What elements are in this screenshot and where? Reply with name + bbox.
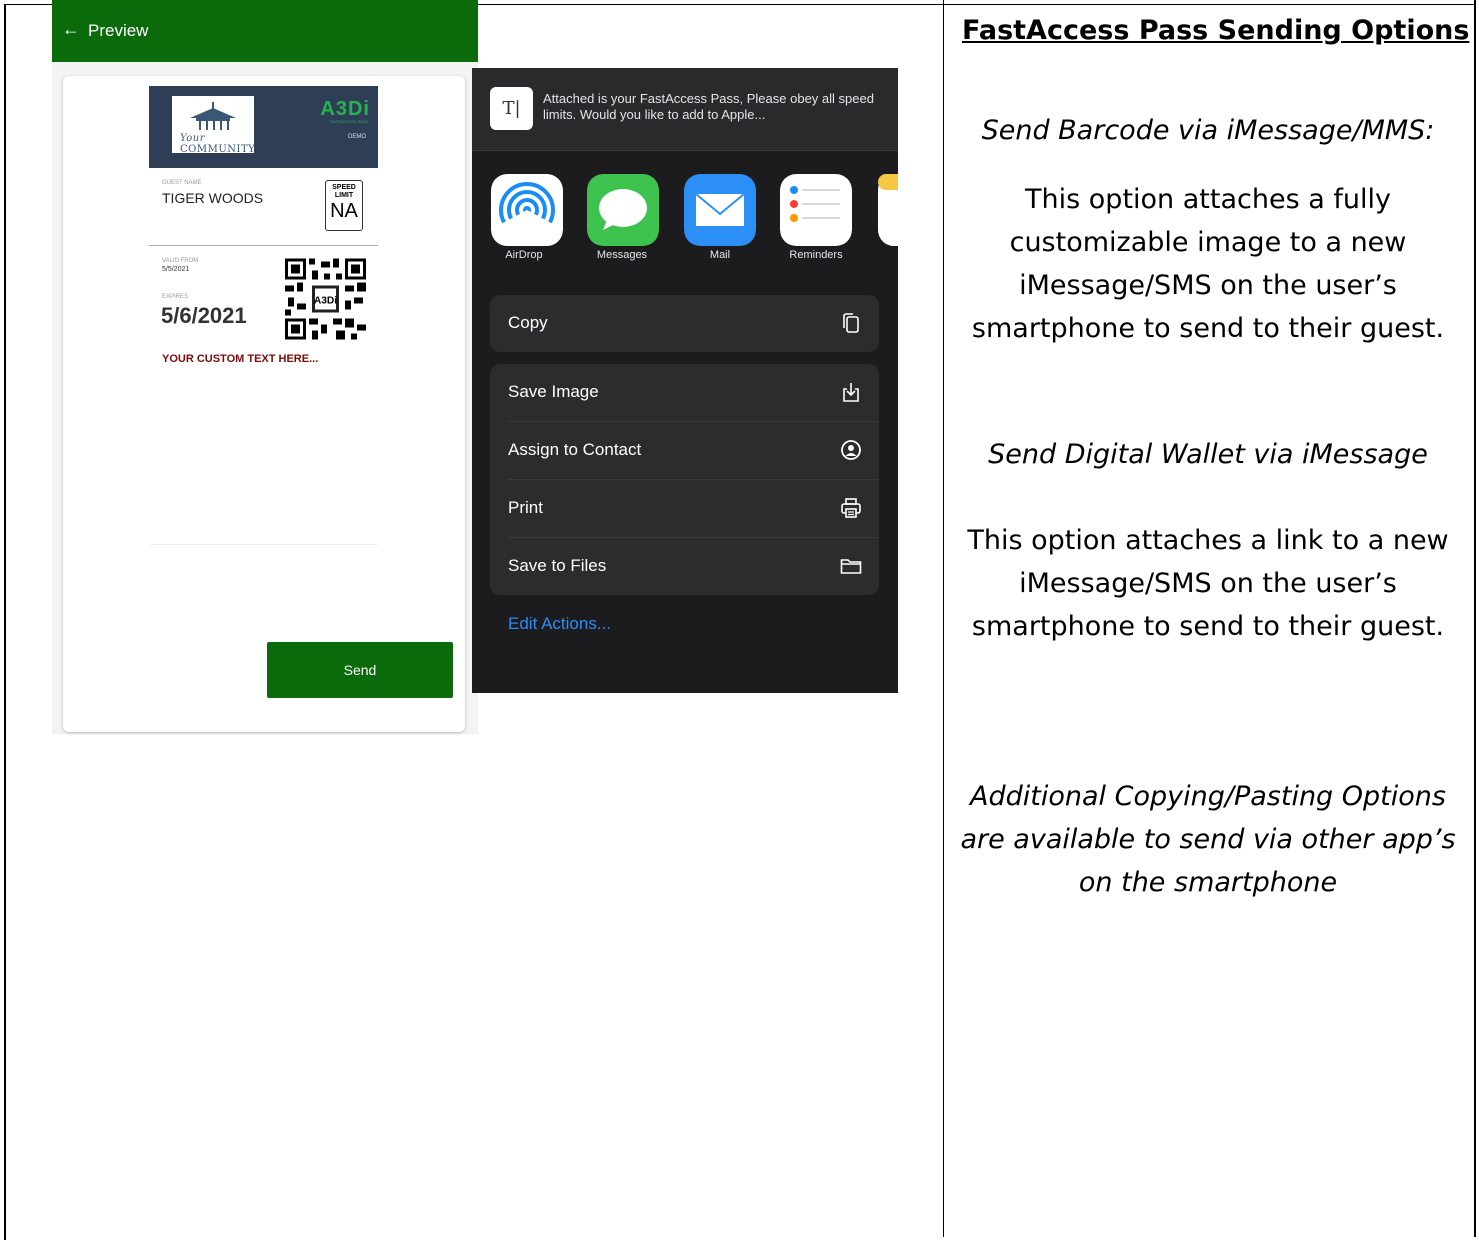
- messages-icon: [587, 174, 659, 246]
- copy-label: Copy: [508, 313, 548, 332]
- notes-app[interactable]: [878, 174, 898, 246]
- notes-icon: [878, 174, 898, 246]
- section2-body: This option attaches a link to a new iMe…: [950, 519, 1466, 648]
- section3-body: Additional Copying/Pasting Options are a…: [950, 775, 1466, 904]
- airdrop-app[interactable]: [491, 174, 563, 250]
- messages-app[interactable]: [587, 174, 659, 250]
- copy-group: Copy: [490, 295, 879, 352]
- pass-card: [63, 76, 465, 732]
- card-divider: [150, 544, 378, 545]
- brand-logo: A3Di: [320, 98, 370, 120]
- actions-group: Save Image Assign to Contact Print Save …: [490, 364, 879, 595]
- reminders-label: Reminders: [789, 249, 843, 261]
- save-image-label: Save Image: [508, 382, 599, 401]
- limit-label: LIMIT: [334, 192, 354, 199]
- section2-line: iMessage/SMS on the user’s: [1019, 568, 1397, 599]
- reminders-app[interactable]: [780, 174, 852, 250]
- section1-title: Send Barcode via iMessage/MMS:: [981, 115, 1435, 146]
- section2-title: Send Digital Wallet via iMessage: [988, 439, 1428, 470]
- contact-icon: [841, 440, 861, 460]
- folder-icon: [840, 559, 862, 574]
- section2-line: smartphone to send to their guest.: [971, 611, 1445, 642]
- copy-icon: [843, 313, 859, 333]
- back-arrow-icon[interactable]: ←: [62, 19, 80, 40]
- section1-line: customizable image to a new: [1009, 227, 1407, 258]
- send-button[interactable]: Send: [267, 642, 453, 698]
- mail-app[interactable]: [684, 174, 756, 250]
- download-icon: [843, 383, 859, 402]
- page-title: Preview: [88, 21, 149, 40]
- assign-contact-action[interactable]: Assign to Contact: [490, 422, 879, 479]
- section1-line: iMessage/SMS on the user’s: [1019, 270, 1397, 301]
- print-action[interactable]: Print: [490, 480, 879, 537]
- expires-label: EXPIRES: [162, 294, 189, 300]
- app-header: ← Preview: [52, 0, 478, 62]
- mail-label: Mail: [709, 249, 731, 261]
- table-column-divider: [943, 0, 944, 1237]
- edit-actions-link[interactable]: Edit Actions...: [508, 614, 611, 634]
- expires-value: 5/6/2021: [161, 303, 247, 328]
- qr-code-icon: A3Di: [285, 258, 366, 340]
- speed-limit-sign: SPEED LIMIT NA: [325, 180, 363, 231]
- printer-icon: [841, 498, 861, 518]
- section1-line: This option attaches a fully: [1025, 184, 1391, 215]
- section3-line: Additional Copying/Pasting Options: [970, 781, 1446, 812]
- page-heading: FastAccess Pass Sending Options: [962, 15, 1470, 46]
- valid-from-value: 5/5/2021: [162, 266, 190, 273]
- guest-name-value: TIGER WOODS: [162, 190, 264, 206]
- airdrop-label: AirDrop: [505, 249, 543, 261]
- section2-line: This option attaches a link to a new: [967, 525, 1449, 556]
- airdrop-icon: [491, 174, 563, 246]
- copy-action[interactable]: Copy: [490, 295, 879, 352]
- save-files-action[interactable]: Save to Files: [490, 538, 879, 595]
- share-message-preview: Attached is your FastAccess Pass, Please…: [543, 91, 874, 122]
- mail-icon: [684, 174, 756, 246]
- custom-text: YOUR CUSTOM TEXT HERE...: [162, 353, 319, 365]
- community-logo: Your COMMUNITY: [172, 96, 256, 155]
- svg-text:A3Di: A3Di: [314, 296, 337, 307]
- save-image-action[interactable]: Save Image: [490, 364, 879, 421]
- assign-contact-label: Assign to Contact: [508, 440, 642, 459]
- pass-divider: [149, 245, 378, 246]
- pass-header: Your COMMUNITY A3Di FASTACCESS PASS DEMO: [149, 86, 378, 168]
- section1-body: This option attaches a fully customizabl…: [950, 178, 1466, 350]
- text-document-icon: T|: [490, 87, 533, 130]
- save-files-label: Save to Files: [508, 556, 607, 575]
- section3-line: on the smartphone: [1078, 867, 1338, 898]
- speed-value: NA: [330, 200, 358, 222]
- brand-subtitle: FASTACCESS PASS: [330, 119, 368, 124]
- reminders-icon: [780, 174, 852, 246]
- messages-label: Messages: [596, 249, 648, 261]
- section1-line: smartphone to send to their guest.: [971, 313, 1445, 344]
- guest-name-label: GUEST NAME: [162, 180, 202, 186]
- speed-label: SPEED: [332, 184, 356, 191]
- logo-text: Your COMMUNITY: [180, 133, 256, 155]
- valid-from-label: VALID FROM: [162, 258, 199, 264]
- section3-line: are available to send via other app’s: [960, 824, 1456, 855]
- table-right-border: [1474, 0, 1476, 1237]
- demo-label: DEMO: [348, 134, 366, 140]
- print-label: Print: [508, 498, 543, 517]
